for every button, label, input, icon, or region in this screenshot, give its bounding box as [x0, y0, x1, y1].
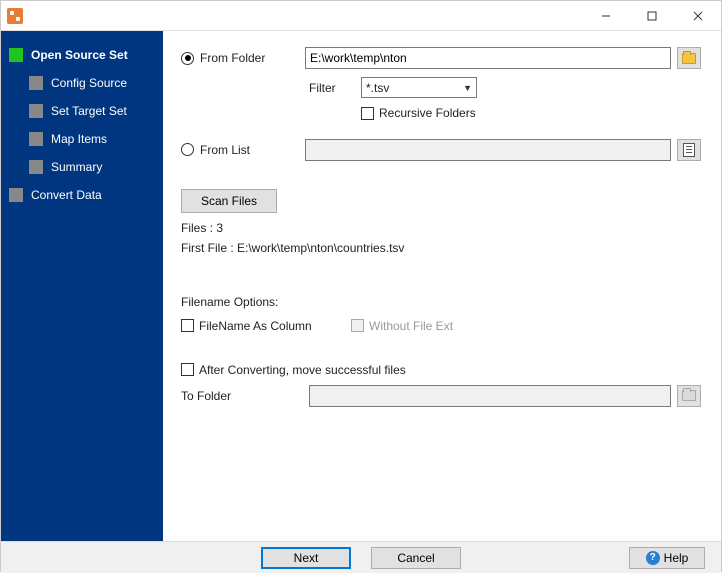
dialog-footer: Next Cancel ? Help [1, 541, 721, 573]
filter-combo[interactable]: *.tsv ▼ [361, 77, 477, 98]
sidebar-item-label: Config Source [51, 76, 127, 90]
sidebar-item-label: Convert Data [31, 188, 102, 202]
filename-options-label: Filename Options: [181, 295, 701, 309]
step-pending-icon [29, 104, 43, 118]
maximize-button[interactable] [629, 1, 675, 31]
list-icon [683, 143, 695, 157]
cancel-button[interactable]: Cancel [371, 547, 461, 569]
help-label: Help [664, 551, 689, 565]
scan-files-button[interactable]: Scan Files [181, 189, 277, 213]
sidebar-item-map-items[interactable]: Map Items [1, 125, 163, 153]
sidebar-item-label: Open Source Set [31, 48, 128, 62]
help-button[interactable]: ? Help [629, 547, 705, 569]
sidebar-item-label: Map Items [51, 132, 107, 146]
from-folder-radio[interactable] [181, 52, 194, 65]
from-list-input [305, 139, 671, 161]
to-folder-input [309, 385, 671, 407]
checkbox-icon [361, 107, 374, 120]
step-pending-icon [29, 132, 43, 146]
minimize-button[interactable] [583, 1, 629, 31]
files-count-text: Files : 3 [181, 221, 701, 235]
sidebar-item-convert-data[interactable]: Convert Data [1, 181, 163, 209]
step-active-icon [9, 48, 23, 62]
recursive-folders-label: Recursive Folders [379, 106, 476, 120]
wizard-sidebar: Open Source Set Config Source Set Target… [1, 31, 163, 541]
checkbox-icon [351, 319, 364, 332]
after-converting-label: After Converting, move successful files [199, 363, 406, 377]
without-file-ext-label: Without File Ext [369, 319, 453, 333]
filename-as-column-checkbox[interactable]: FileName As Column [181, 319, 351, 333]
sidebar-item-set-target-set[interactable]: Set Target Set [1, 97, 163, 125]
folder-path-input[interactable] [305, 47, 671, 69]
app-icon [7, 8, 23, 24]
checkbox-icon [181, 319, 194, 332]
close-button[interactable] [675, 1, 721, 31]
from-folder-label: From Folder [200, 51, 265, 65]
from-list-radio[interactable] [181, 143, 194, 156]
filter-value: *.tsv [366, 81, 389, 95]
next-button[interactable]: Next [261, 547, 351, 569]
title-bar [1, 1, 721, 31]
folder-icon [682, 53, 696, 64]
step-pending-icon [9, 188, 23, 202]
browse-folder-button[interactable] [677, 47, 701, 69]
help-icon: ? [646, 551, 660, 565]
first-file-text: First File : E:\work\temp\nton\countries… [181, 241, 701, 255]
browse-to-folder-button[interactable] [677, 385, 701, 407]
after-converting-checkbox[interactable]: After Converting, move successful files [181, 363, 406, 377]
sidebar-item-summary[interactable]: Summary [1, 153, 163, 181]
filter-label: Filter [309, 81, 361, 95]
without-file-ext-checkbox: Without File Ext [351, 319, 453, 333]
step-pending-icon [29, 160, 43, 174]
sidebar-item-label: Set Target Set [51, 104, 127, 118]
main-panel: From Folder Filter *.tsv ▼ Recursive Fol… [163, 31, 721, 541]
recursive-folders-checkbox[interactable]: Recursive Folders [361, 106, 476, 120]
folder-icon [682, 390, 696, 401]
filename-as-column-label: FileName As Column [199, 319, 312, 333]
sidebar-item-label: Summary [51, 160, 102, 174]
to-folder-label: To Folder [181, 389, 231, 403]
sidebar-item-config-source[interactable]: Config Source [1, 69, 163, 97]
browse-list-button[interactable] [677, 139, 701, 161]
step-pending-icon [29, 76, 43, 90]
from-list-label: From List [200, 143, 250, 157]
checkbox-icon [181, 363, 194, 376]
chevron-down-icon: ▼ [463, 83, 472, 93]
sidebar-item-open-source-set[interactable]: Open Source Set [1, 41, 163, 69]
